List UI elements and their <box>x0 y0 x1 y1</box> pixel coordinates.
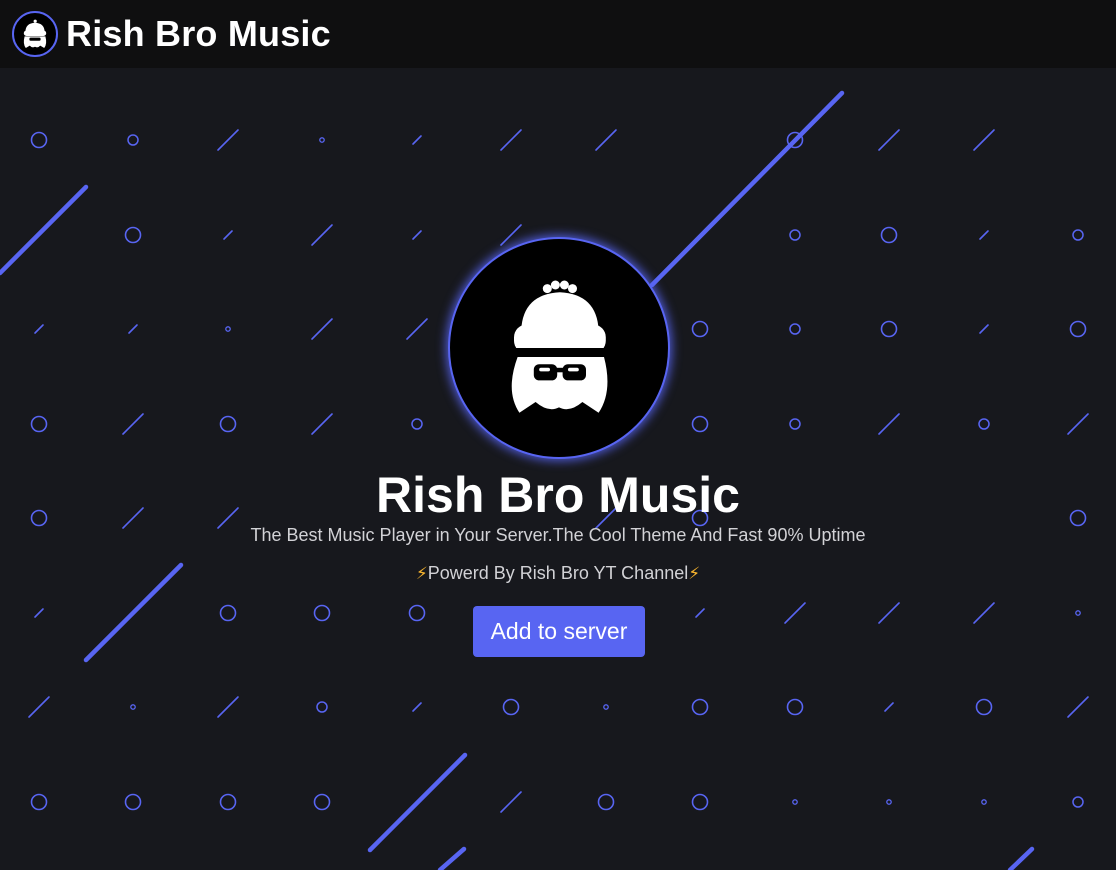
lightning-icon: ⚡ <box>415 564 428 583</box>
bot-avatar-icon <box>448 237 670 459</box>
bot-avatar-graphic <box>510 280 610 413</box>
powered-by-text: Powerd By Rish Bro YT Channel <box>427 563 689 583</box>
lightning-icon: ⚡ <box>688 564 701 583</box>
navbar: Rish Bro Music <box>0 0 1116 68</box>
bot-avatar-icon-graphic <box>23 19 47 48</box>
page: Rish Bro Music Rish Bro Music The Best M… <box>0 0 1116 870</box>
add-to-server-button[interactable]: Add to server <box>473 606 645 657</box>
powered-by-line: ⚡Powerd By Rish Bro YT Channel⚡ <box>0 562 1116 585</box>
nav-title[interactable]: Rish Bro Music <box>66 16 331 52</box>
bot-avatar-icon[interactable] <box>12 11 58 57</box>
hero: Rish Bro Music The Best Music Player in … <box>0 0 1116 870</box>
hero-subtitle: The Best Music Player in Your Server.The… <box>250 525 866 545</box>
hero-title: Rish Bro Music <box>376 467 740 523</box>
